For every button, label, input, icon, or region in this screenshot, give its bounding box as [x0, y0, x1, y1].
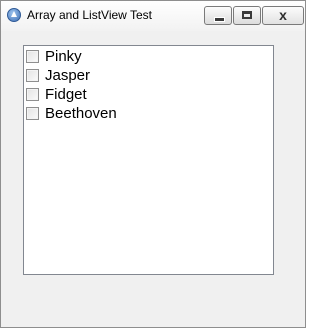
maximize-button[interactable] — [233, 6, 261, 25]
list-item[interactable]: Pinky — [26, 47, 82, 66]
item-checkbox[interactable] — [26, 69, 39, 82]
maximize-icon — [242, 11, 252, 19]
title-bar[interactable]: Array and ListView Test x — [1, 1, 305, 31]
list-item[interactable]: Fidget — [26, 85, 87, 104]
list-item[interactable]: Jasper — [26, 66, 90, 85]
item-label: Jasper — [45, 67, 91, 84]
minimize-icon — [214, 17, 225, 22]
close-icon: x — [279, 7, 287, 23]
app-icon[interactable] — [7, 8, 21, 22]
item-checkbox[interactable] — [26, 88, 39, 101]
item-label: Fidget — [45, 86, 87, 103]
close-button[interactable]: x — [262, 6, 304, 25]
item-label: Pinky — [45, 48, 82, 65]
list-item[interactable]: Beethoven — [26, 104, 117, 123]
item-checkbox[interactable] — [26, 50, 39, 63]
app-window: Array and ListView Test x Pinky Jasper F… — [0, 0, 306, 328]
window-title: Array and ListView Test — [27, 8, 152, 22]
item-checkbox[interactable] — [26, 107, 39, 120]
minimize-button[interactable] — [204, 6, 232, 25]
item-label: Beethoven — [45, 105, 117, 122]
caption-buttons: x — [204, 6, 304, 25]
list-view[interactable]: Pinky Jasper Fidget Beethoven — [23, 45, 274, 275]
